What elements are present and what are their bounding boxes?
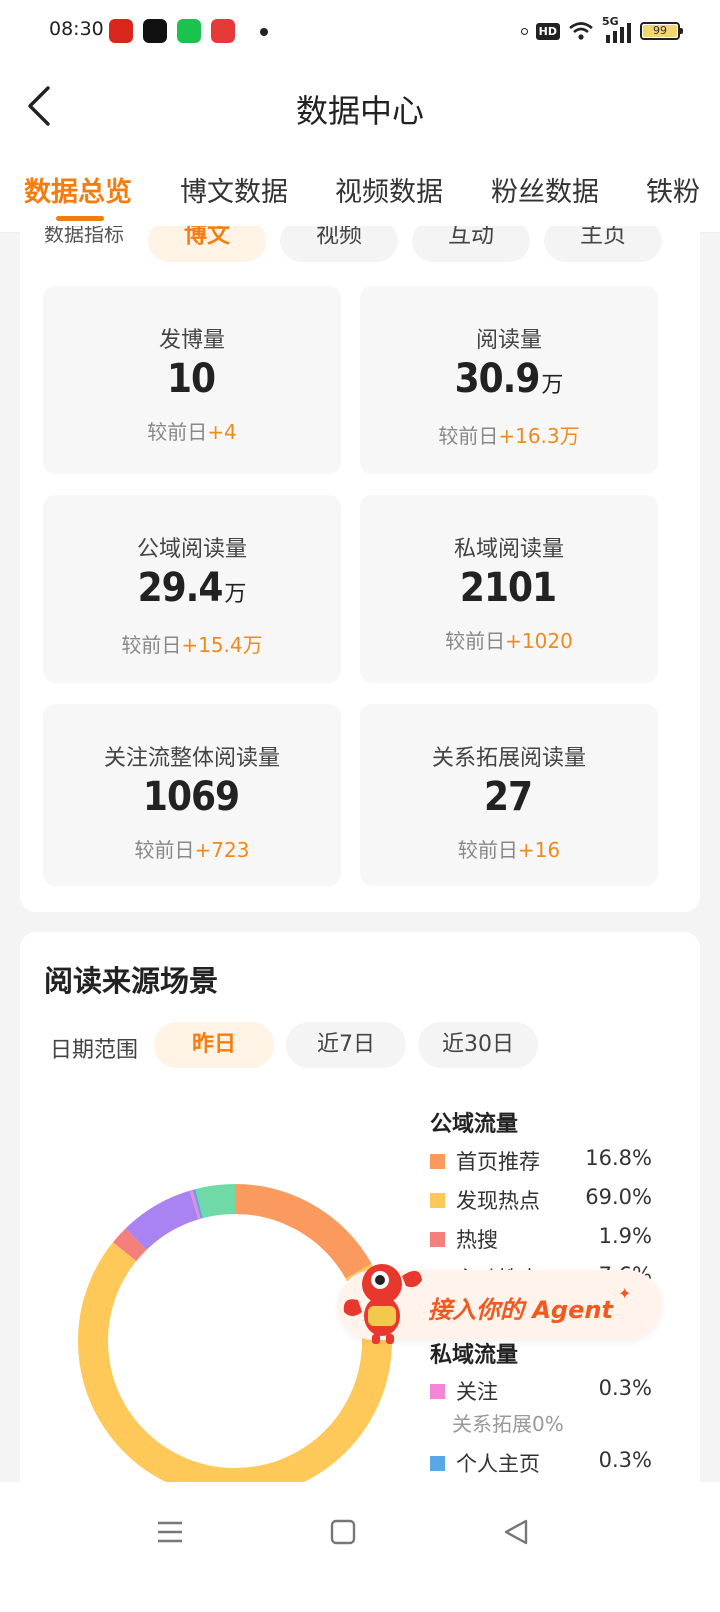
back-triangle-icon[interactable] bbox=[494, 1510, 538, 1554]
agent-banner-text: 接入你的 Agent bbox=[428, 1296, 613, 1324]
date-yesterday[interactable]: 昨日 bbox=[154, 1022, 274, 1068]
chip-homepage[interactable]: 主页 bbox=[544, 226, 662, 262]
sparkle-icon: ✦ bbox=[618, 1284, 632, 1303]
metric-public-reads[interactable]: 公域阅读量 29.4万 较前日+15.4万 bbox=[43, 495, 341, 683]
more-notifications-icon bbox=[260, 28, 268, 36]
metric-reads[interactable]: 阅读量 30.9万 较前日+16.3万 bbox=[360, 286, 658, 474]
signal-5g-icon: 5G bbox=[602, 15, 632, 43]
status-right: HD 5G 99 bbox=[520, 15, 683, 46]
status-dot-icon bbox=[520, 27, 528, 35]
legend-hot-search: 热搜 1.9% bbox=[430, 1224, 660, 1254]
legend-swatch bbox=[430, 1232, 445, 1247]
status-time: 08:30 bbox=[49, 18, 104, 40]
lobster-mascot-icon bbox=[343, 1264, 422, 1344]
status-bar: 08:30 HD 5G 99 bbox=[0, 0, 720, 62]
legend-personal-homepage: 个人主页 0.3% bbox=[430, 1448, 660, 1478]
chip-video[interactable]: 视频 bbox=[280, 226, 398, 262]
menu-icon[interactable] bbox=[148, 1510, 192, 1554]
tab-post-data[interactable]: 博文数据 bbox=[180, 170, 288, 209]
public-traffic-title: 公域流量 bbox=[430, 1112, 519, 1137]
douyin-notification-icon bbox=[143, 19, 167, 43]
date-7days[interactable]: 近7日 bbox=[286, 1022, 406, 1068]
legend-homepage-recommend: 首页推荐 16.8% bbox=[430, 1146, 660, 1176]
metric-follow-stream-reads[interactable]: 关注流整体阅读量 1069 较前日+723 bbox=[43, 704, 341, 886]
legend-swatch bbox=[430, 1384, 445, 1399]
tab-video-data[interactable]: 视频数据 bbox=[335, 170, 443, 209]
chip-interaction[interactable]: 互动 bbox=[412, 226, 530, 262]
app-notification-icon bbox=[109, 19, 133, 43]
date-30days[interactable]: 近30日 bbox=[418, 1022, 538, 1068]
indicator-selector: 数据指标 博文 视频 互动 主页 bbox=[44, 226, 684, 268]
home-square-icon[interactable] bbox=[320, 1510, 364, 1554]
tab-active-indicator bbox=[56, 216, 104, 221]
wifi-icon bbox=[569, 22, 593, 40]
system-nav-bar bbox=[0, 1482, 720, 1612]
indicator-label: 数据指标 bbox=[44, 226, 124, 246]
legend-swatch bbox=[430, 1193, 445, 1208]
heart-app-notification-icon bbox=[211, 19, 235, 43]
tab-iron-fans[interactable]: 铁粉 bbox=[646, 170, 700, 209]
legend-swatch bbox=[430, 1154, 445, 1169]
tab-overview[interactable]: 数据总览 bbox=[24, 170, 132, 209]
legend-swatch bbox=[430, 1456, 445, 1471]
battery-icon: 99 bbox=[640, 22, 683, 40]
page-title: 数据中心 bbox=[295, 92, 424, 130]
section-title: 阅读来源场景 bbox=[44, 964, 219, 998]
tab-fans-data[interactable]: 粉丝数据 bbox=[491, 170, 599, 209]
legend-discover-hot: 发现热点 69.0% bbox=[430, 1185, 660, 1215]
shop-notification-icon bbox=[177, 19, 201, 43]
private-traffic-title: 私域流量 bbox=[430, 1343, 519, 1368]
metric-relation-reads[interactable]: 关系拓展阅读量 27 较前日+16 bbox=[360, 704, 658, 886]
hd-icon: HD bbox=[535, 22, 560, 40]
metric-post-count[interactable]: 发博量 10 较前日+4 bbox=[43, 286, 341, 474]
chip-post[interactable]: 博文 bbox=[148, 226, 266, 262]
relation-expand-note: 关系拓展0% bbox=[452, 1412, 564, 1436]
legend-follow: 关注 0.3% bbox=[430, 1376, 660, 1406]
date-range-label: 日期范围 bbox=[50, 1038, 139, 1063]
tab-bar: 数据总览 博文数据 视频数据 粉丝数据 铁粉 bbox=[0, 152, 720, 233]
metric-private-reads[interactable]: 私域阅读量 2101 较前日+1020 bbox=[360, 495, 658, 683]
